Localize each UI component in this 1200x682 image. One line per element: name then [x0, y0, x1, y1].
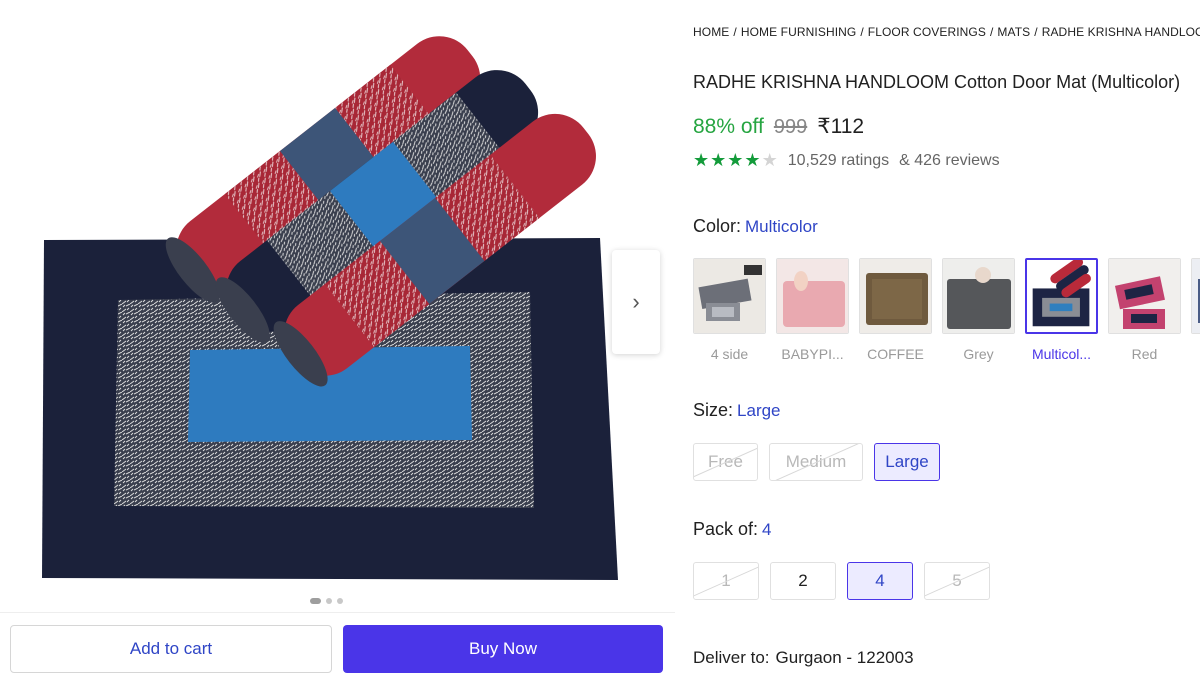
ratings-count: 10,529 ratings [787, 151, 890, 169]
size-option-medium[interactable]: Medium [769, 443, 863, 481]
color-swatch-coffee[interactable]: COFFEE [859, 258, 932, 362]
breadcrumb-home-furnishing[interactable]: HOME FURNISHING [741, 25, 857, 39]
color-swatch-more[interactable] [1191, 258, 1200, 362]
swatch-thumbnail [859, 258, 932, 334]
size-label-row: Size: Large [693, 400, 781, 421]
action-bar: Add to cart Buy Now [0, 612, 675, 682]
discount-percent: 88% off [693, 115, 764, 138]
swatch-label: Grey [963, 346, 994, 362]
size-label: Size: [693, 400, 734, 420]
color-label: Color: [693, 216, 742, 236]
color-swatches: 4 side BABYPI... COFFEE Grey Multicol...… [693, 258, 1200, 362]
gallery-dot[interactable] [337, 598, 343, 604]
gallery-pagination [310, 598, 343, 604]
swatch-label: Multicol... [1031, 346, 1092, 362]
pack-label: Pack of: [693, 519, 759, 539]
pack-option-4[interactable]: 4 [847, 562, 913, 600]
deliver-label: Deliver to: [693, 648, 770, 667]
swatch-thumbnail [776, 258, 849, 334]
breadcrumb-floor-coverings[interactable]: FLOOR COVERINGS [868, 25, 986, 39]
gallery-dot[interactable] [310, 598, 321, 604]
size-selected-value: Large [737, 401, 781, 420]
color-label-row: Color: Multicolor [693, 216, 818, 237]
breadcrumb-brand-mats[interactable]: RADHE KRISHNA HANDLOOM MATS [1042, 25, 1200, 39]
swatch-thumbnail [1025, 258, 1098, 334]
swatch-thumbnail [1108, 258, 1181, 334]
star-rating: ★ ★ ★ ★ ★ [693, 150, 778, 171]
color-selected-value: Multicolor [745, 217, 818, 236]
swatch-label: BABYPI... [781, 346, 844, 362]
star-icon: ★ [744, 150, 761, 170]
chevron-right-icon: › [632, 289, 640, 314]
price-row: 88% off 999 ₹112 [693, 114, 864, 139]
product-details: HOME / HOME FURNISHING / FLOOR COVERINGS / MAT… [693, 0, 1200, 682]
color-swatch-red[interactable]: Red [1108, 258, 1181, 362]
product-title: RADHE KRISHNA HANDLOOM Cotton Door Mat (… [693, 72, 1181, 92]
swatch-label: COFFEE [867, 346, 924, 362]
breadcrumb-mats[interactable]: MATS [997, 25, 1030, 39]
color-swatch-grey[interactable]: Grey [942, 258, 1015, 362]
color-swatch-4-side[interactable]: 4 side [693, 258, 766, 362]
product-gallery: › [0, 0, 675, 612]
selling-price: ₹112 [817, 115, 865, 138]
pack-option-2[interactable]: 2 [770, 562, 836, 600]
add-to-cart-button[interactable]: Add to cart [10, 625, 332, 673]
pack-selected-value: 4 [762, 520, 772, 539]
star-icon: ★ [710, 150, 727, 170]
product-main-image[interactable] [30, 0, 630, 590]
swatch-thumbnail [1191, 258, 1200, 334]
buy-now-button[interactable]: Buy Now [343, 625, 663, 673]
original-price: 999 [773, 116, 808, 138]
pack-options: 1 2 4 5 [693, 562, 990, 600]
delivery-location[interactable]: Deliver to: Gurgaon - 122003 [693, 648, 914, 668]
star-icon: ★ [727, 150, 744, 170]
star-icon: ★ [761, 150, 778, 170]
swatch-label: 4 side [710, 346, 749, 362]
pack-option-1[interactable]: 1 [693, 562, 759, 600]
size-options: Free Medium Large [693, 443, 940, 481]
reviews-count: & 426 reviews [899, 151, 1000, 169]
swatch-label: Red [1131, 346, 1158, 362]
gallery-dot[interactable] [326, 598, 332, 604]
rating-row[interactable]: ★ ★ ★ ★ ★ 10,529 ratings & 426 reviews [693, 150, 1000, 171]
gallery-next-button[interactable]: › [612, 250, 660, 354]
breadcrumb: HOME / HOME FURNISHING / FLOOR COVERINGS / MAT… [693, 25, 1200, 39]
deliver-location-value: Gurgaon - 122003 [775, 648, 914, 667]
color-swatch-babypink[interactable]: BABYPI... [776, 258, 849, 362]
size-option-large[interactable]: Large [874, 443, 940, 481]
swatch-thumbnail [693, 258, 766, 334]
color-swatch-multicolor[interactable]: Multicol... [1025, 258, 1098, 362]
pack-option-5[interactable]: 5 [924, 562, 990, 600]
star-icon: ★ [693, 150, 710, 170]
pack-label-row: Pack of: 4 [693, 519, 772, 540]
breadcrumb-home[interactable]: HOME [693, 25, 729, 39]
swatch-thumbnail [942, 258, 1015, 334]
size-option-free[interactable]: Free [693, 443, 758, 481]
